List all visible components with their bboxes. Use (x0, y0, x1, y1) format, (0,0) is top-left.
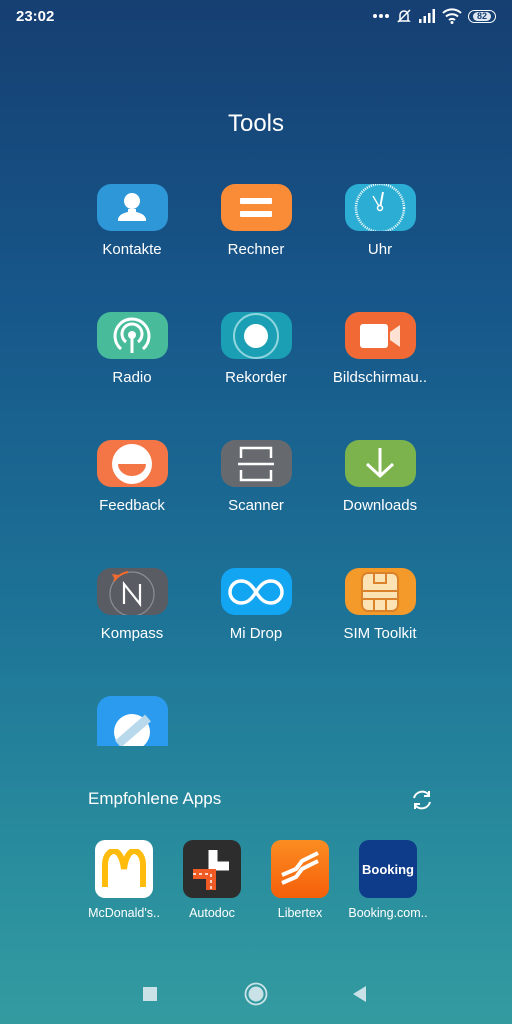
app-label: Rechner (227, 241, 285, 258)
radio-icon (96, 312, 168, 359)
calculator-icon (220, 184, 292, 231)
app-browser[interactable] (70, 696, 194, 770)
app-rechner[interactable]: Rechner (194, 184, 318, 258)
app-kompass[interactable]: Kompass (70, 568, 194, 642)
app-label: Scanner (228, 497, 284, 514)
app-sim-toolkit[interactable]: SIM Toolkit (318, 568, 442, 642)
app-scanner[interactable]: Scanner (194, 440, 318, 514)
download-icon (344, 440, 416, 487)
back-button[interactable] (346, 980, 374, 1008)
rec-app-mcdonalds[interactable]: McDonald's.. (80, 840, 168, 920)
browser-icon (96, 696, 168, 746)
refresh-icon[interactable] (410, 788, 434, 812)
feedback-icon (96, 440, 168, 487)
clock-icon (344, 184, 416, 231)
app-label: Rekorder (225, 369, 287, 386)
app-downloads[interactable]: Downloads (318, 440, 442, 514)
more-dots-icon (373, 14, 389, 18)
back-triangle-icon (353, 986, 366, 1002)
rec-app-label: McDonald's.. (88, 906, 160, 920)
mi-drop-icon (220, 568, 292, 615)
rec-app-label: Autodoc (189, 906, 235, 920)
rec-app-label: Booking.com.. (348, 906, 428, 920)
recommended-apps: McDonald's.. Autodoc Libertex Booking Bo… (80, 840, 432, 920)
battery-icon: 82 (468, 9, 496, 23)
wifi-icon (442, 8, 462, 24)
app-uhr[interactable]: Uhr (318, 184, 442, 258)
folder-title: Tools (227, 110, 285, 137)
app-rekorder[interactable]: Rekorder (194, 312, 318, 386)
sim-card-icon (344, 568, 416, 615)
square-icon (143, 987, 157, 1001)
app-label: Kontakte (102, 241, 162, 258)
app-label: Mi Drop (229, 625, 283, 642)
status-bar: 23:02 82 (0, 0, 512, 32)
recorder-icon (220, 312, 292, 359)
app-label: Feedback (99, 497, 165, 514)
signal-icon (419, 9, 435, 23)
home-circle-icon (244, 982, 268, 1006)
app-label: Kompass (100, 625, 164, 642)
recommended-title: Empfohlene Apps (88, 789, 222, 808)
contacts-icon (96, 184, 168, 231)
status-icons: 82 (372, 6, 496, 26)
navigation-bar (0, 980, 512, 1008)
rec-app-booking[interactable]: Booking Booking.com.. (344, 840, 432, 920)
app-kontakte[interactable]: Kontakte (70, 184, 194, 258)
recents-button[interactable] (136, 980, 164, 1008)
status-time: 23:02 (16, 8, 55, 25)
booking-logo-text: Booking (362, 861, 414, 877)
app-bildschirmaufnahme[interactable]: Bildschirmau.. (318, 312, 442, 386)
app-label: Downloads (342, 497, 418, 514)
app-mi-drop[interactable]: Mi Drop (194, 568, 318, 642)
rec-app-autodoc[interactable]: Autodoc (168, 840, 256, 920)
libertex-icon (271, 840, 329, 898)
mcdonalds-icon (95, 840, 153, 898)
app-label: SIM Toolkit (343, 625, 417, 642)
app-feedback[interactable]: Feedback (70, 440, 194, 514)
rec-app-label: Libertex (277, 906, 323, 920)
compass-icon (96, 568, 168, 615)
home-button[interactable] (242, 980, 270, 1008)
app-label: Radio (112, 369, 152, 386)
booking-icon: Booking (359, 840, 417, 898)
scanner-icon (220, 440, 292, 487)
app-radio[interactable]: Radio (70, 312, 194, 386)
bell-muted-icon (397, 9, 411, 23)
autodoc-icon (183, 840, 241, 898)
screen-recorder-icon (344, 312, 416, 359)
app-label: Bildschirmau.. (332, 369, 428, 386)
battery-level: 82 (472, 11, 491, 21)
app-grid: Kontakte Rechner Uhr Radio Rekorder Bild… (70, 184, 442, 770)
app-label: Uhr (367, 241, 393, 258)
rec-app-libertex[interactable]: Libertex (256, 840, 344, 920)
